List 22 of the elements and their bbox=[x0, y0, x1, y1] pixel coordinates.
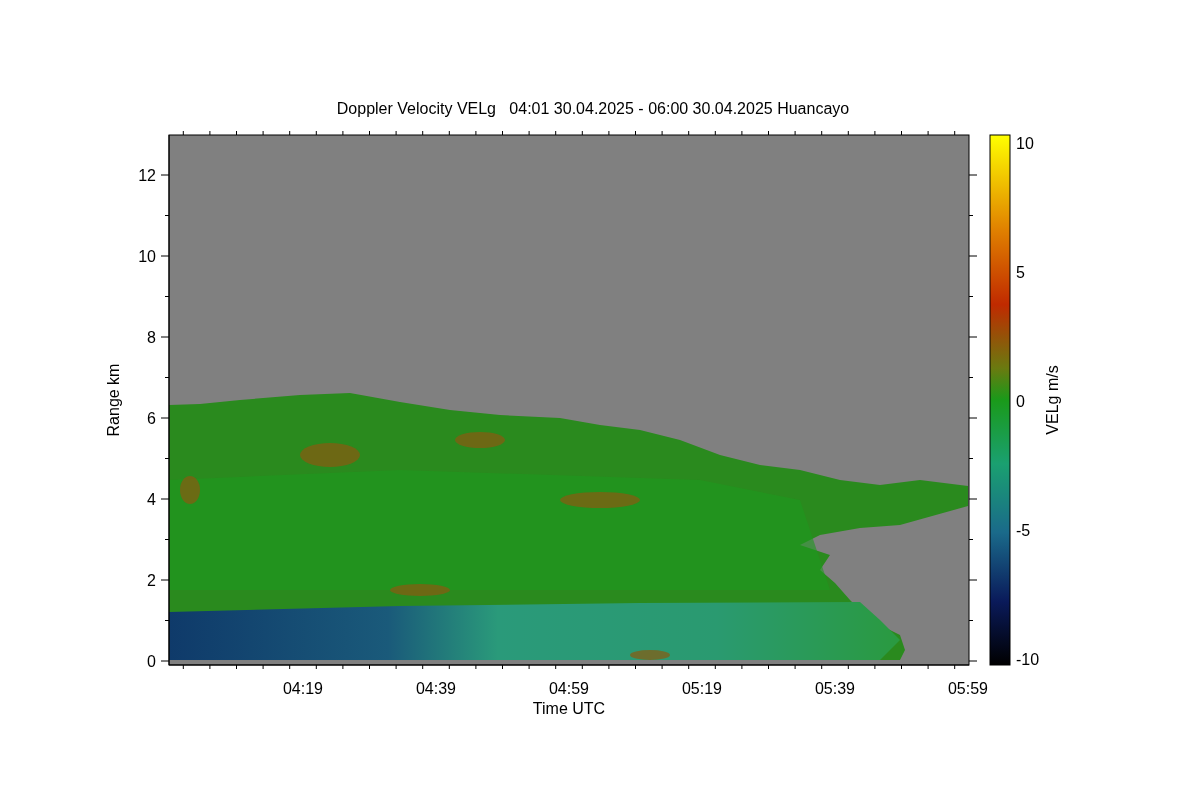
colorbar-tick-label: 0 bbox=[1016, 393, 1025, 410]
tick-label: 04:39 bbox=[416, 680, 456, 697]
axis-label: Range km bbox=[105, 363, 122, 437]
tick-label: 04:19 bbox=[283, 680, 323, 697]
tick-label: 8 bbox=[147, 329, 156, 346]
tick-label: 05:39 bbox=[815, 680, 855, 697]
tick-label: 6 bbox=[147, 410, 156, 427]
colorbar-label: VELg m/s bbox=[1044, 365, 1061, 435]
tick-label: 05:59 bbox=[948, 680, 988, 697]
tick-label: 0 bbox=[147, 653, 156, 670]
tick-label: 05:19 bbox=[682, 680, 722, 697]
chart-title: Doppler Velocity VELg 04:01 30.04.2025 - 06:00 30.04.2025 Huancayo bbox=[336, 100, 850, 117]
tick-label: 12 bbox=[138, 167, 156, 184]
colorbar-tick-label: -10 bbox=[1016, 651, 1040, 668]
tick-label: 4 bbox=[147, 491, 156, 508]
tick-label: 2 bbox=[147, 572, 156, 589]
colorbar-tick-label: 10 bbox=[1016, 135, 1034, 152]
colorbar-tick-label: -5 bbox=[1016, 522, 1031, 539]
axis-label: Time UTC bbox=[532, 700, 606, 717]
tick-label: 10 bbox=[138, 248, 156, 265]
tick-label: 04:59 bbox=[549, 680, 589, 697]
colorbar-tick-label: 5 bbox=[1016, 264, 1025, 281]
